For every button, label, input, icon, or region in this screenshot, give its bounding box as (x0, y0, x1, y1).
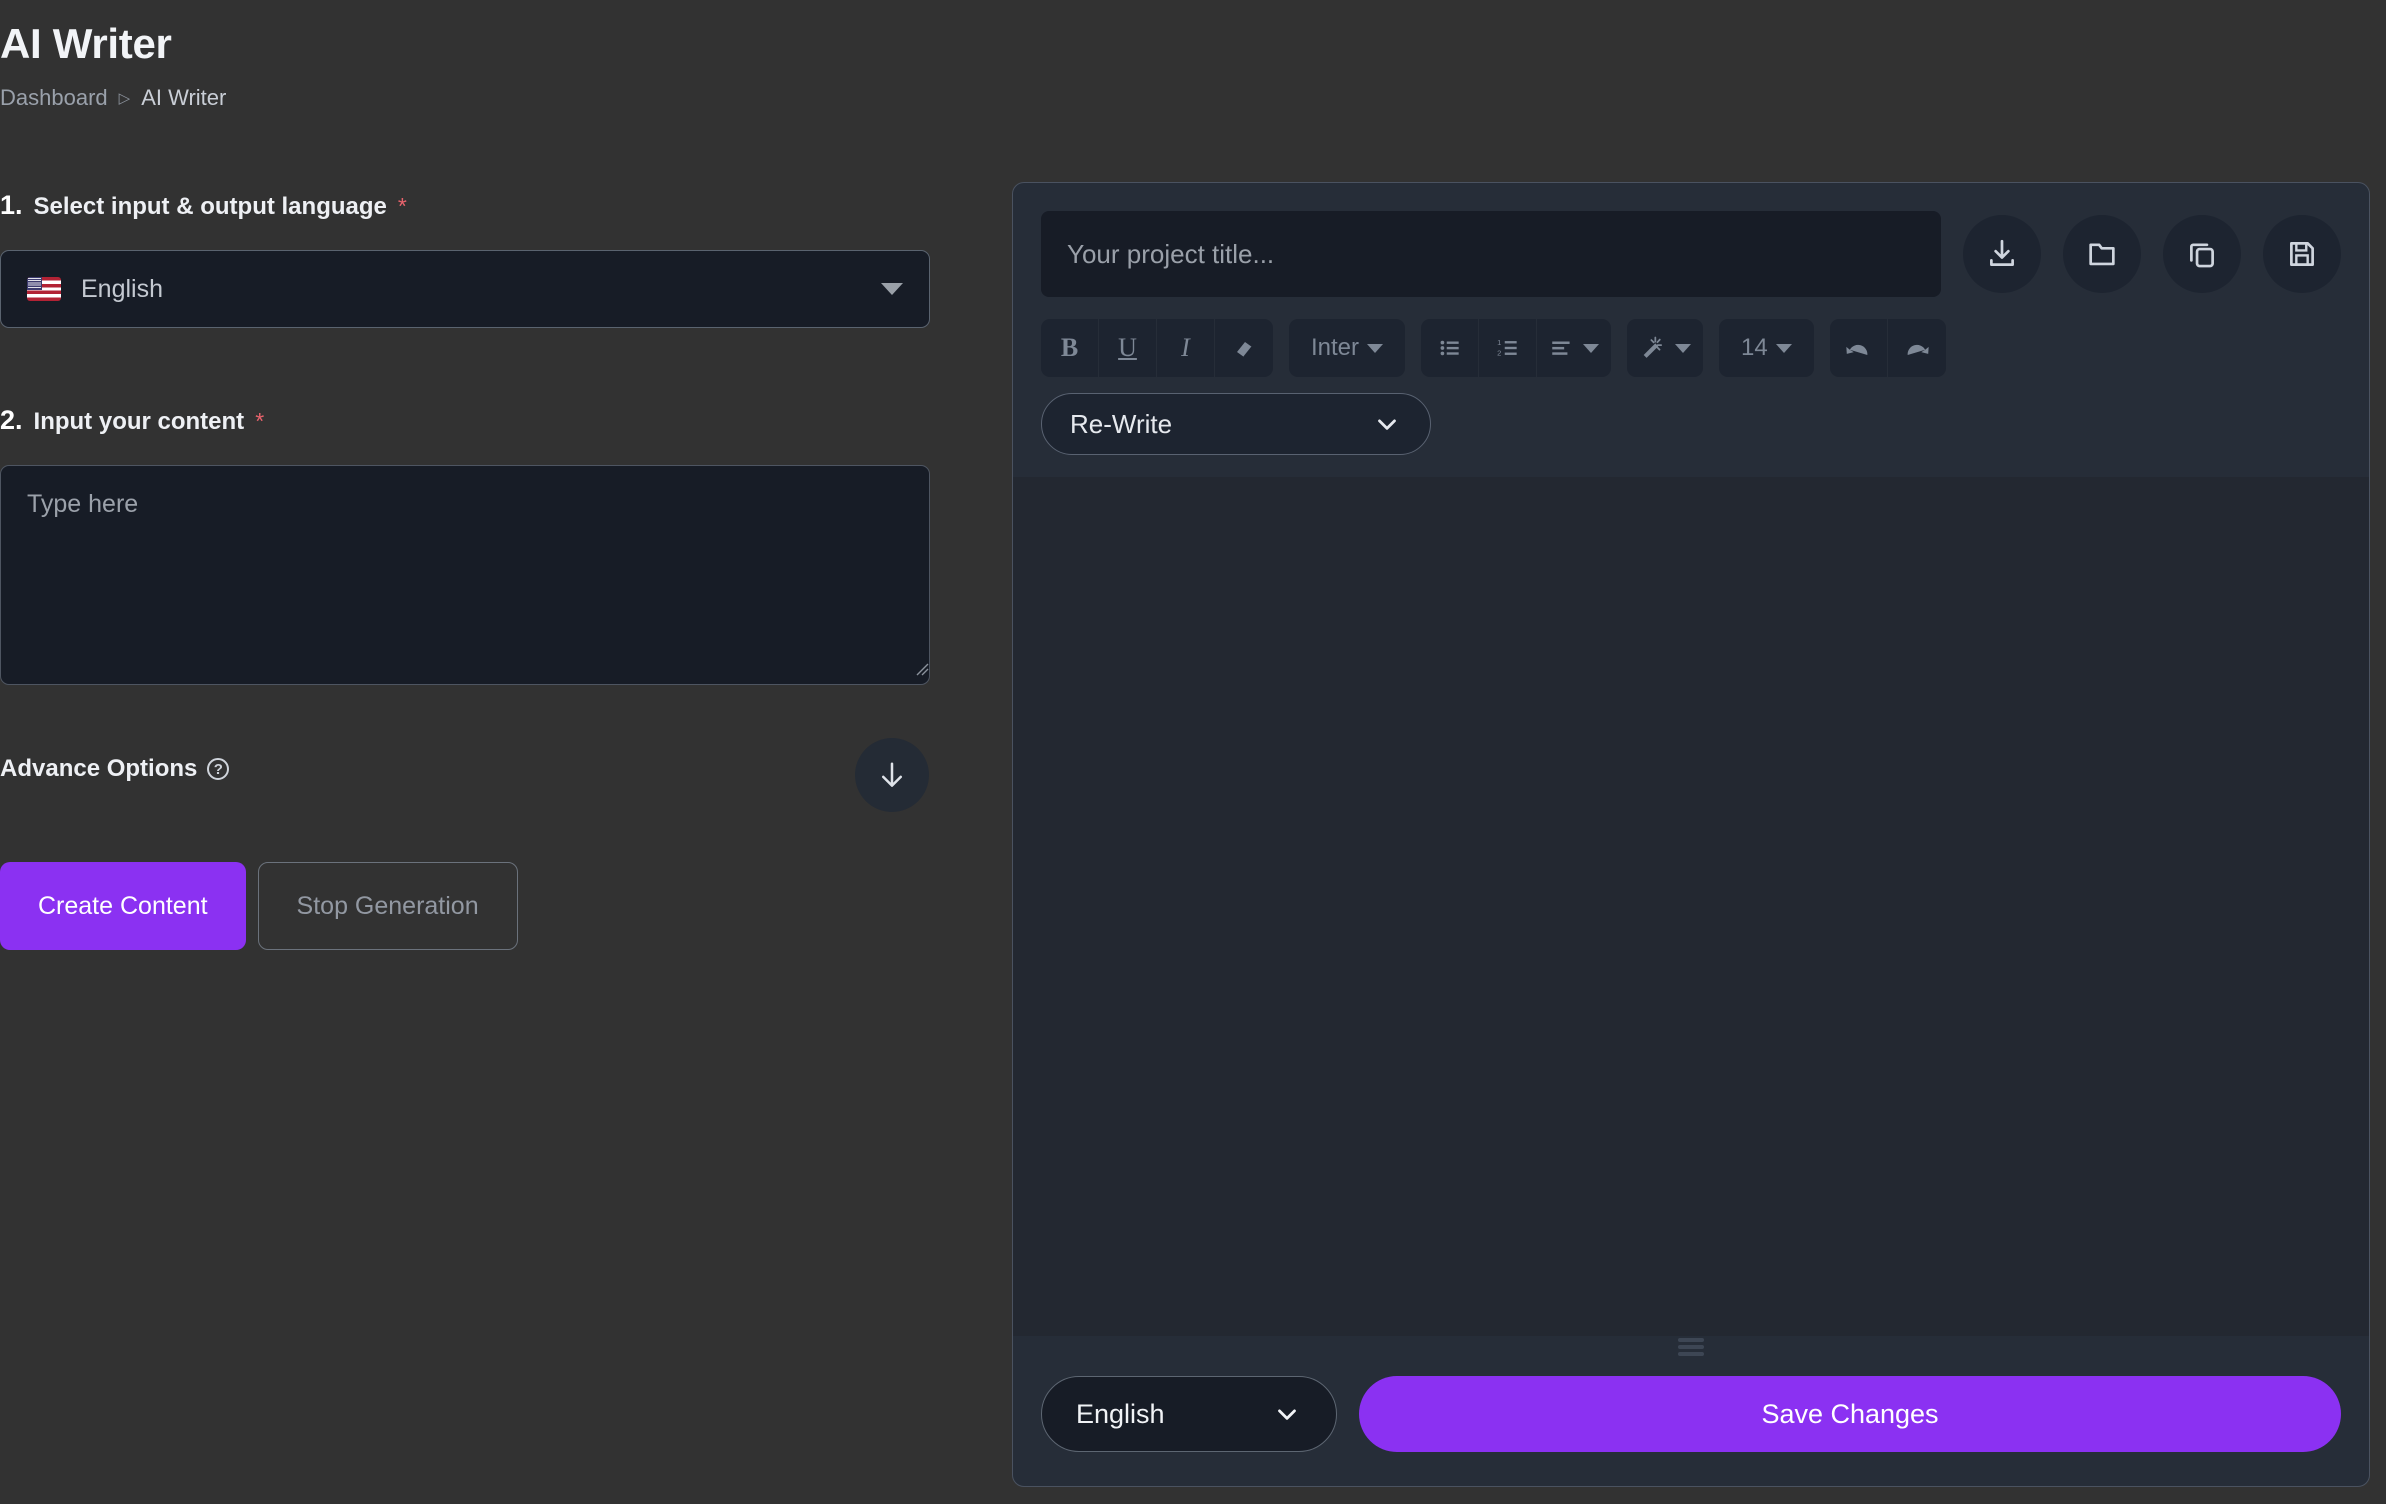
redo-icon (1907, 344, 1929, 355)
rewrite-row: Re-Write (1013, 377, 2369, 477)
language-select-value: English (81, 274, 163, 303)
align-left-icon (1552, 341, 1570, 355)
action-buttons: Create Content Stop Generation (0, 862, 518, 950)
breadcrumb-separator-icon: ▷ (118, 89, 131, 107)
step-2-label: 2. Input your content * (0, 405, 264, 436)
font-family-value: Inter (1311, 334, 1360, 361)
copy-button[interactable] (2163, 215, 2241, 293)
svg-text:1: 1 (1497, 338, 1501, 347)
clear-formatting-button[interactable] (1215, 319, 1273, 377)
bullet-list-icon (1440, 340, 1459, 356)
step-1-required-marker: * (397, 193, 407, 219)
page-title: AI Writer (0, 20, 172, 67)
numbered-list-icon: 1 2 (1497, 338, 1517, 358)
left-form-column: AI Writer Dashboard ▷ AI Writer 1. Selec… (0, 0, 1010, 1504)
toolbar-group-font-size: 14 (1719, 319, 1814, 377)
underline-button[interactable]: U (1099, 319, 1157, 377)
font-size-value: 14 (1741, 334, 1768, 361)
chevron-down-icon (1675, 343, 1692, 353)
text-color-button[interactable] (1627, 319, 1703, 377)
advance-options-toggle[interactable]: Advance Options ? (0, 755, 230, 783)
step-1-number: 1. (0, 190, 23, 220)
caret-down-icon (881, 283, 903, 295)
arrow-down-icon (882, 762, 902, 787)
toolbar-group-style: B U I (1041, 319, 1273, 377)
save-changes-button[interactable]: Save Changes (1359, 1376, 2341, 1452)
bold-button[interactable]: B (1041, 319, 1099, 377)
step-2-number: 2. (0, 405, 23, 435)
redo-button[interactable] (1888, 319, 1946, 377)
save-disk-icon (2290, 242, 2314, 266)
italic-button[interactable]: I (1157, 319, 1215, 377)
toolbar-group-font-family: Inter (1289, 319, 1406, 377)
rewrite-mode-select[interactable]: Re-Write (1041, 393, 1431, 455)
eraser-icon (1237, 342, 1253, 358)
chevron-down-icon (1583, 343, 1600, 353)
content-input[interactable] (0, 465, 930, 685)
chevron-down-icon (1378, 419, 1396, 430)
chevron-down-icon (1278, 1409, 1296, 1420)
font-family-select[interactable]: Inter (1289, 319, 1405, 377)
step-2-text: Input your content (33, 408, 245, 435)
step-2-required-marker: * (255, 408, 265, 434)
numbered-list-button[interactable]: 1 2 (1479, 319, 1538, 377)
step-1-text: Select input & output language (33, 193, 387, 220)
breadcrumb-current: AI Writer (141, 85, 227, 110)
language-select[interactable]: English (0, 250, 930, 328)
stop-generation-button[interactable]: Stop Generation (257, 862, 518, 950)
advance-options-label: Advance Options (0, 755, 198, 782)
copy-icon (2190, 243, 2214, 268)
editor-panel: B U I Inter (1012, 182, 2370, 1487)
project-title-input[interactable] (1041, 211, 1941, 297)
undo-button[interactable] (1830, 319, 1888, 377)
chevron-down-icon (1775, 343, 1792, 353)
download-button[interactable] (1963, 215, 2041, 293)
grip-lines-icon (1678, 1338, 1704, 1356)
output-language-select[interactable]: English (1041, 1376, 1337, 1452)
editor-toolbar: B U I Inter 1 2 14 (1013, 297, 2369, 377)
breadcrumb-dashboard[interactable]: Dashboard (0, 85, 108, 111)
folder-icon (2089, 243, 2115, 266)
open-folder-button[interactable] (2063, 215, 2141, 293)
chevron-down-icon (1367, 343, 1384, 353)
create-content-button[interactable]: Create Content (0, 862, 246, 950)
ai-writer-page: AI Writer Dashboard ▷ AI Writer 1. Selec… (0, 0, 2386, 1504)
align-button[interactable] (1537, 319, 1611, 377)
toolbar-group-text-color (1627, 319, 1704, 377)
bullet-list-button[interactable] (1421, 319, 1480, 377)
us-flag-icon (27, 277, 61, 301)
help-circle-icon[interactable]: ? (207, 758, 230, 780)
breadcrumb: Dashboard ▷ AI Writer (0, 85, 226, 111)
scroll-down-button[interactable] (855, 738, 929, 812)
toolbar-group-history (1829, 319, 1946, 377)
magic-wand-icon (1643, 336, 1663, 358)
download-icon (1990, 239, 2014, 266)
editor-resize-handle[interactable] (1013, 1336, 2369, 1358)
output-language-value: English (1076, 1398, 1165, 1429)
svg-text:2: 2 (1497, 349, 1501, 358)
font-size-select[interactable]: 14 (1719, 319, 1814, 377)
step-1-label: 1. Select input & output language * (0, 190, 407, 221)
undo-icon (1846, 344, 1868, 355)
editor-footer: English Save Changes (1013, 1358, 2369, 1486)
editor-content-area[interactable] (1013, 477, 2369, 1336)
editor-header (1013, 183, 2369, 297)
save-button[interactable] (2263, 215, 2341, 293)
rewrite-mode-value: Re-Write (1070, 408, 1173, 439)
toolbar-group-lists: 1 2 (1421, 319, 1612, 377)
